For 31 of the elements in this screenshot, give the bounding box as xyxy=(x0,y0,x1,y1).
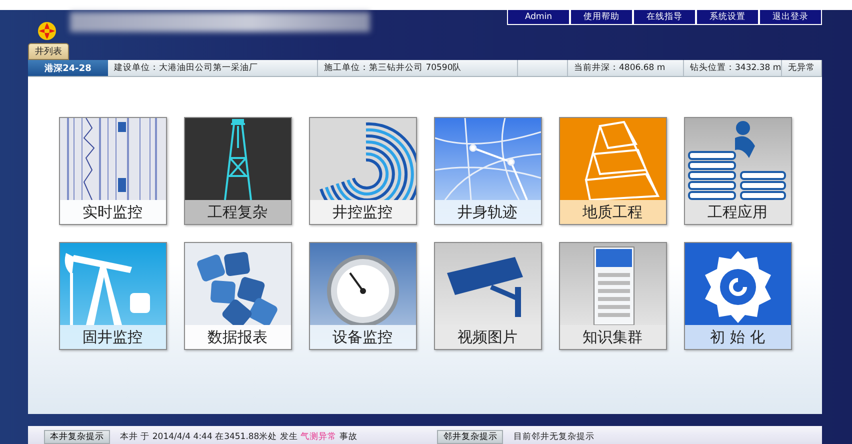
bit-position-info: 钻头位置：3432.38 m xyxy=(684,60,782,76)
gear-drawing xyxy=(704,251,770,323)
status-info: 无异常 xyxy=(782,60,822,76)
module-tile[interactable]: 视频图片 xyxy=(434,242,542,350)
module-tile[interactable]: 固井监控 xyxy=(58,242,166,350)
logo-icon xyxy=(36,19,58,41)
depth-info: 当前井深：4806.68 m xyxy=(568,60,684,76)
well-list-tab[interactable]: 井列表 xyxy=(28,43,69,60)
module-tile[interactable]: 井控监控 xyxy=(308,117,416,225)
menu-button[interactable]: 在线指导 xyxy=(633,10,696,25)
own-well-message: 本井 于 2014/4/4 4:44 在3451.88米处 发生 气测异常 事故 xyxy=(120,431,358,443)
gauge-drawing xyxy=(326,255,398,325)
module-tile[interactable]: 工程复杂 xyxy=(184,117,292,225)
neighbor-well-message: 目前邻井无复杂提示 xyxy=(513,431,594,443)
menu-button[interactable]: Admin xyxy=(507,10,570,25)
module-tile[interactable]: 数据报表 xyxy=(184,242,292,350)
well-name: 港深24-28 xyxy=(28,60,108,76)
module-tile[interactable]: 初 始 化 xyxy=(684,242,792,350)
module-tile[interactable]: 知识集群 xyxy=(558,242,666,350)
module-tile[interactable]: 实时监控 xyxy=(58,117,166,225)
module-tile[interactable]: 工程应用 xyxy=(684,117,792,225)
menu-button[interactable]: 退出登录 xyxy=(759,10,822,25)
module-tile[interactable]: 设备监控 xyxy=(308,242,416,350)
own-well-alert-button[interactable]: 本井复杂提示 xyxy=(44,430,110,444)
builder-info: 建设单位：大港油田公司第一采油厂 xyxy=(108,60,318,76)
module-tile[interactable]: 地质工程 xyxy=(558,117,666,225)
contractor-info: 施工单位：第三钻井公司 70590队 xyxy=(318,60,518,76)
neighbor-well-alert-button[interactable]: 邻井复杂提示 xyxy=(437,430,504,444)
menu-button[interactable]: 使用帮助 xyxy=(570,10,633,25)
menu-button[interactable]: 系统设置 xyxy=(696,10,759,25)
module-tile[interactable]: 井身轨迹 xyxy=(434,117,542,225)
